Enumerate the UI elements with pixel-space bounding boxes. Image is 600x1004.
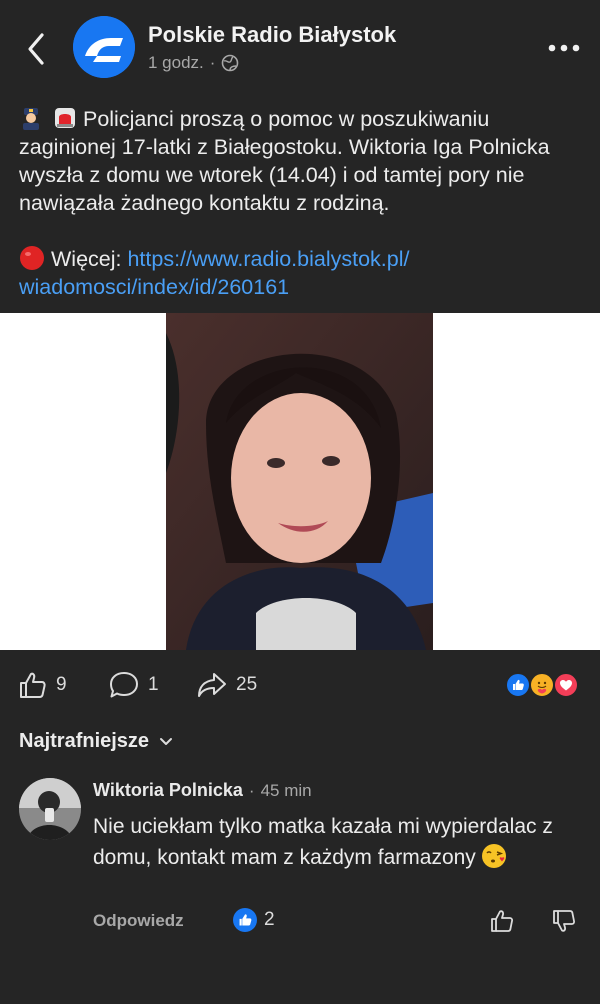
page-avatar[interactable]: [73, 16, 135, 78]
portrait-image: [166, 313, 433, 650]
like-reaction-icon: [505, 672, 531, 698]
thumbs-down-icon[interactable]: [551, 908, 577, 934]
post-link[interactable]: https://www.radio.bialystok.pl/: [127, 247, 409, 271]
post-text: Policjanci proszą o pomoc w poszukiwaniu…: [19, 105, 584, 301]
back-arrow-icon[interactable]: [22, 30, 52, 68]
commenter-avatar[interactable]: [19, 778, 81, 840]
more-line: Więcej: https://www.radio.bialystok.pl/ …: [19, 245, 584, 301]
meta-separator: ·: [209, 53, 216, 72]
more-label: Więcej:: [51, 247, 122, 271]
police-officer-emoji: [23, 108, 39, 130]
share-button[interactable]: 25: [196, 670, 257, 700]
post-body: Policjanci proszą o pomoc w poszukiwaniu…: [19, 105, 584, 217]
care-reaction-icon: [529, 672, 555, 698]
reply-button[interactable]: Odpowiedz: [93, 911, 184, 931]
red-circle-emoji: [20, 246, 44, 270]
post-link-continued[interactable]: wiadomosci/index/id/260161: [19, 275, 289, 299]
comment-body: Nie uciekłam tylko matka kazała mi wypie…: [93, 811, 573, 873]
share-arrow-icon: [198, 673, 226, 697]
comment-footer: Odpowiedz 2: [93, 908, 583, 938]
like-button[interactable]: 9: [18, 670, 67, 700]
chevron-down-icon: [160, 737, 173, 745]
post-header: Polskie Radio Białystok 1 godz. ·: [0, 0, 600, 100]
share-count: 25: [236, 674, 258, 695]
comment-sort-dropdown[interactable]: Najtrafniejsze: [19, 730, 173, 753]
post-meta: 1 godz. ·: [148, 53, 239, 73]
sort-label: Najtrafniejsze: [19, 730, 150, 752]
police-light-emoji: [54, 108, 75, 128]
comment-author[interactable]: Wiktoria Polnicka: [93, 780, 243, 801]
comment-button[interactable]: 1: [108, 670, 159, 700]
commenter-photo: [19, 778, 81, 840]
post-actions: 9 1 25: [0, 660, 600, 710]
love-reaction-icon: [553, 672, 579, 698]
post-time[interactable]: 1 godz.: [148, 53, 204, 73]
thumbs-up-icon: [20, 672, 46, 698]
comment-header: Wiktoria Polnicka · 45 min: [93, 780, 312, 801]
globe-icon: [222, 54, 239, 72]
comment-bubble-icon: [110, 672, 138, 698]
more-options-icon[interactable]: [547, 38, 581, 58]
post-message: Policjanci proszą o pomoc w poszukiwaniu…: [19, 107, 550, 215]
comment-count: 1: [148, 674, 159, 695]
reaction-summary[interactable]: [505, 672, 585, 700]
post-media[interactable]: [0, 313, 600, 650]
comment-like-summary[interactable]: 2: [233, 908, 275, 932]
like-count: 9: [56, 674, 67, 695]
comment-dot: ·: [248, 781, 255, 800]
comment-time: 45 min: [260, 781, 312, 800]
face-blowing-kiss-emoji: [481, 844, 506, 868]
like-reaction-icon: [233, 908, 257, 932]
comment-like-count: 2: [264, 909, 275, 930]
thumbs-up-icon[interactable]: [489, 908, 515, 934]
radio-logo-icon: [73, 16, 135, 78]
page-name[interactable]: Polskie Radio Białystok: [148, 22, 396, 48]
missing-person-photo[interactable]: [166, 313, 433, 650]
